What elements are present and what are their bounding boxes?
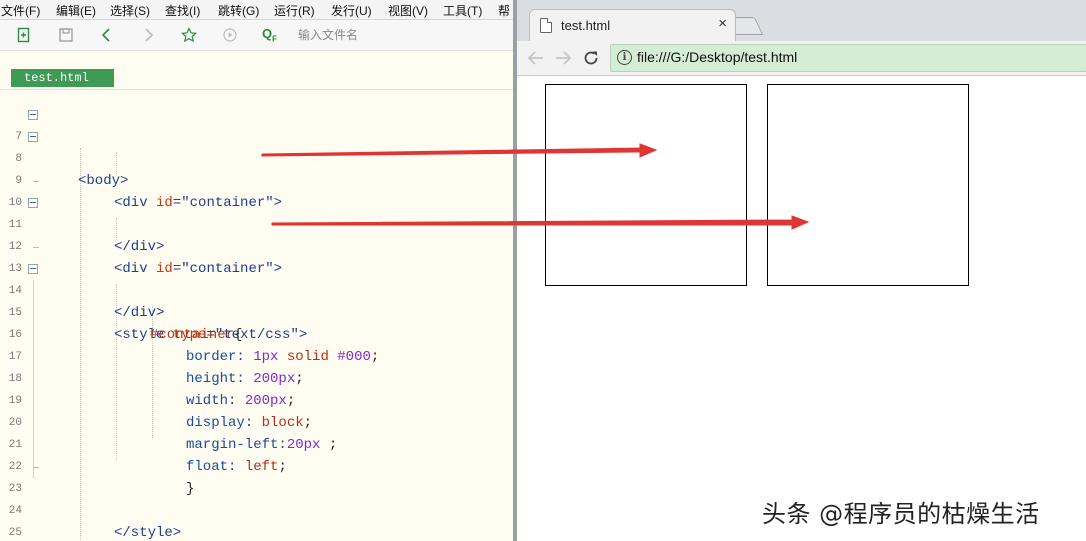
file-search: QF (262, 25, 502, 45)
page-icon (540, 18, 552, 33)
fold-end-marker (33, 467, 39, 468)
back-icon[interactable] (525, 47, 547, 69)
menu-file[interactable]: 文件(F) (1, 2, 40, 19)
new-file-icon[interactable] (14, 25, 34, 45)
code-editor-pane: 文件(F) 编辑(E) 选择(S) 查找(I) 跳转(G) 运行(R) 发行(U… (0, 0, 513, 541)
forward-icon[interactable] (138, 25, 158, 45)
code-line: 26 (0, 522, 513, 541)
browser-tab-bar: test.html × (517, 0, 1086, 42)
code-line: 22 } (0, 434, 513, 497)
code-line: 10 </div> (0, 170, 513, 255)
browser-toolbar: i file:///G:/Desktop/test.html (517, 41, 1086, 76)
back-icon[interactable] (97, 25, 117, 45)
code-line: 11 <div id="container"> (0, 192, 513, 277)
file-search-input[interactable] (298, 25, 498, 45)
code-line: 12 (0, 214, 513, 253)
code-line: 13 </div> (0, 236, 513, 321)
code-line: 17 height: 200px; (0, 324, 513, 387)
code-line: 8 <div id="container"> (0, 126, 513, 211)
code-line: 18 width: 200px; (0, 346, 513, 409)
forward-icon[interactable] (552, 47, 574, 69)
code-line: 9 (0, 148, 513, 187)
code-line: 21 float: left; (0, 412, 513, 475)
code-line: 24 (0, 478, 513, 517)
fold-toggle-icon[interactable] (28, 198, 38, 208)
fold-toggle-icon[interactable] (28, 132, 38, 142)
menu-run[interactable]: 运行(R) (274, 2, 315, 19)
browser-tab-title: test.html (561, 18, 611, 33)
file-tab-test-html[interactable]: test.html (11, 69, 114, 87)
container-box (767, 84, 969, 286)
code-line: 19 display: block; (0, 368, 513, 431)
menu-find[interactable]: 查找(I) (165, 2, 200, 19)
bookmark-star-icon[interactable] (179, 25, 199, 45)
code-line: 16 border: 1px solid #000; (0, 302, 513, 365)
reload-icon[interactable] (580, 47, 602, 69)
browser-tab[interactable]: test.html × (529, 9, 736, 42)
menu-publish[interactable]: 发行(U) (331, 2, 372, 19)
menu-goto[interactable]: 跳转(G) (218, 2, 259, 19)
menu-help[interactable]: 帮 (498, 2, 510, 19)
url-text[interactable]: file:///G:/Desktop/test.html (637, 49, 797, 65)
save-icon[interactable] (56, 25, 76, 45)
fold-end-marker (33, 247, 39, 248)
rendered-page (517, 76, 1086, 541)
menu-select[interactable]: 选择(S) (110, 2, 150, 19)
fold-end-marker (33, 181, 39, 182)
code-line: 15 #container{ (0, 280, 513, 343)
editor-toolbar: QF (0, 20, 513, 51)
close-icon[interactable]: × (718, 15, 727, 32)
fold-toggle-icon[interactable] (28, 110, 38, 120)
fold-toggle-icon[interactable] (28, 264, 38, 274)
code-line: 14 <style type="text/css"> (0, 258, 513, 343)
run-icon[interactable] (220, 25, 240, 45)
code-line: 20 margin-left:20px ; (0, 390, 513, 453)
browser-window: test.html × i file:///G:/Desktop/test.ht… (517, 0, 1086, 541)
tab-strip-divider (0, 89, 513, 90)
container-box (545, 84, 747, 286)
code-line: 25 (0, 500, 513, 539)
menu-view[interactable]: 视图(V) (388, 2, 428, 19)
watermark: 头条 @程序员的枯燥生活 (762, 500, 1040, 528)
code-line: 7 <body> (0, 104, 513, 189)
menu-bar: 文件(F) 编辑(E) 选择(S) 查找(I) 跳转(G) 运行(R) 发行(U… (0, 0, 513, 20)
code-line: 23 </style> (0, 456, 513, 541)
search-icon: QF (262, 26, 278, 44)
menu-edit[interactable]: 编辑(E) (56, 2, 96, 19)
info-icon[interactable]: i (617, 50, 632, 65)
address-bar[interactable]: i file:///G:/Desktop/test.html (610, 44, 1086, 72)
menu-tools[interactable]: 工具(T) (443, 2, 482, 19)
